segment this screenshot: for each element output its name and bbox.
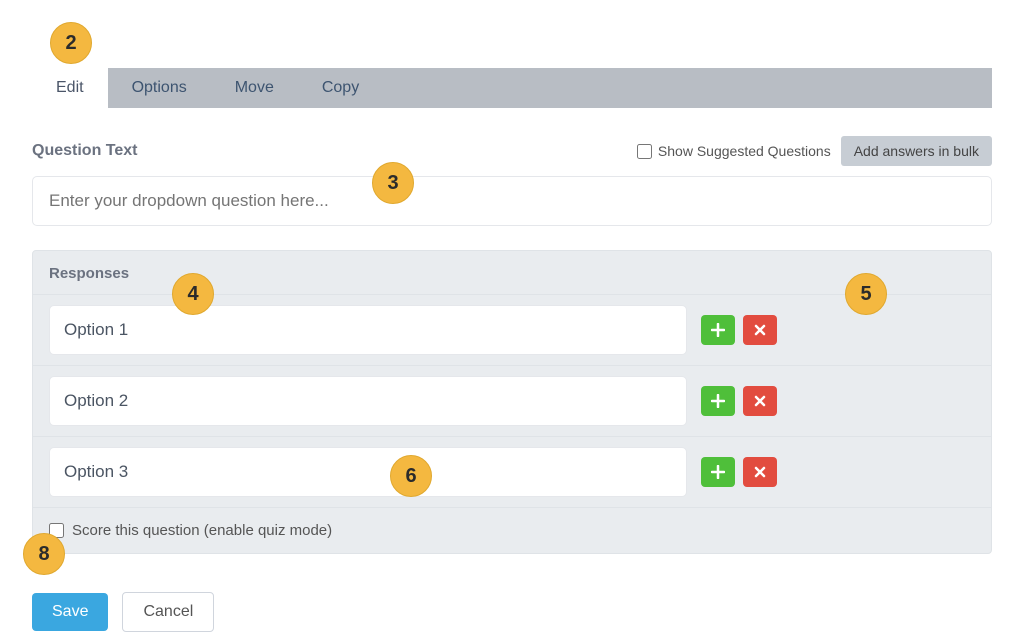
annotation-badge-4: 4: [172, 273, 214, 315]
editor-panel: Edit Options Move Copy Question Text Sho…: [32, 0, 992, 632]
tab-move[interactable]: Move: [211, 68, 298, 108]
option-input[interactable]: [49, 305, 687, 355]
annotation-badge-3: 3: [372, 162, 414, 204]
question-header-controls: Show Suggested Questions Add answers in …: [637, 136, 992, 166]
score-question-label: Score this question (enable quiz mode): [72, 522, 332, 539]
option-row: [33, 365, 991, 436]
option-input[interactable]: [49, 376, 687, 426]
add-answers-bulk-button[interactable]: Add answers in bulk: [841, 136, 992, 166]
option-actions: [701, 386, 777, 416]
remove-option-button[interactable]: [743, 315, 777, 345]
tab-copy[interactable]: Copy: [298, 68, 383, 108]
annotation-badge-5: 5: [845, 273, 887, 315]
annotation-badge-2: 2: [50, 22, 92, 64]
close-icon: [754, 324, 766, 336]
annotation-badge-6: 6: [390, 455, 432, 497]
tab-bar: Edit Options Move Copy: [32, 68, 992, 108]
tab-edit[interactable]: Edit: [32, 68, 108, 108]
option-actions: [701, 315, 777, 345]
option-actions: [701, 457, 777, 487]
question-text-input[interactable]: [32, 176, 992, 226]
option-input[interactable]: [49, 447, 687, 497]
question-text-label: Question Text: [32, 142, 138, 160]
close-icon: [754, 466, 766, 478]
close-icon: [754, 395, 766, 407]
remove-option-button[interactable]: [743, 457, 777, 487]
footer-actions: Save Cancel: [32, 592, 992, 632]
cancel-button[interactable]: Cancel: [122, 592, 214, 632]
save-button[interactable]: Save: [32, 593, 108, 631]
show-suggested-label: Show Suggested Questions: [658, 143, 831, 159]
plus-icon: [711, 465, 725, 479]
plus-icon: [711, 323, 725, 337]
show-suggested-wrap[interactable]: Show Suggested Questions: [637, 143, 831, 159]
score-question-row: Score this question (enable quiz mode): [33, 507, 991, 553]
add-option-button[interactable]: [701, 386, 735, 416]
add-option-button[interactable]: [701, 315, 735, 345]
show-suggested-checkbox[interactable]: [637, 144, 652, 159]
add-option-button[interactable]: [701, 457, 735, 487]
content-area: Question Text Show Suggested Questions A…: [32, 108, 992, 632]
question-header-row: Question Text Show Suggested Questions A…: [32, 136, 992, 166]
tab-options[interactable]: Options: [108, 68, 211, 108]
option-row: [33, 436, 991, 507]
plus-icon: [711, 394, 725, 408]
remove-option-button[interactable]: [743, 386, 777, 416]
annotation-badge-8: 8: [23, 533, 65, 575]
